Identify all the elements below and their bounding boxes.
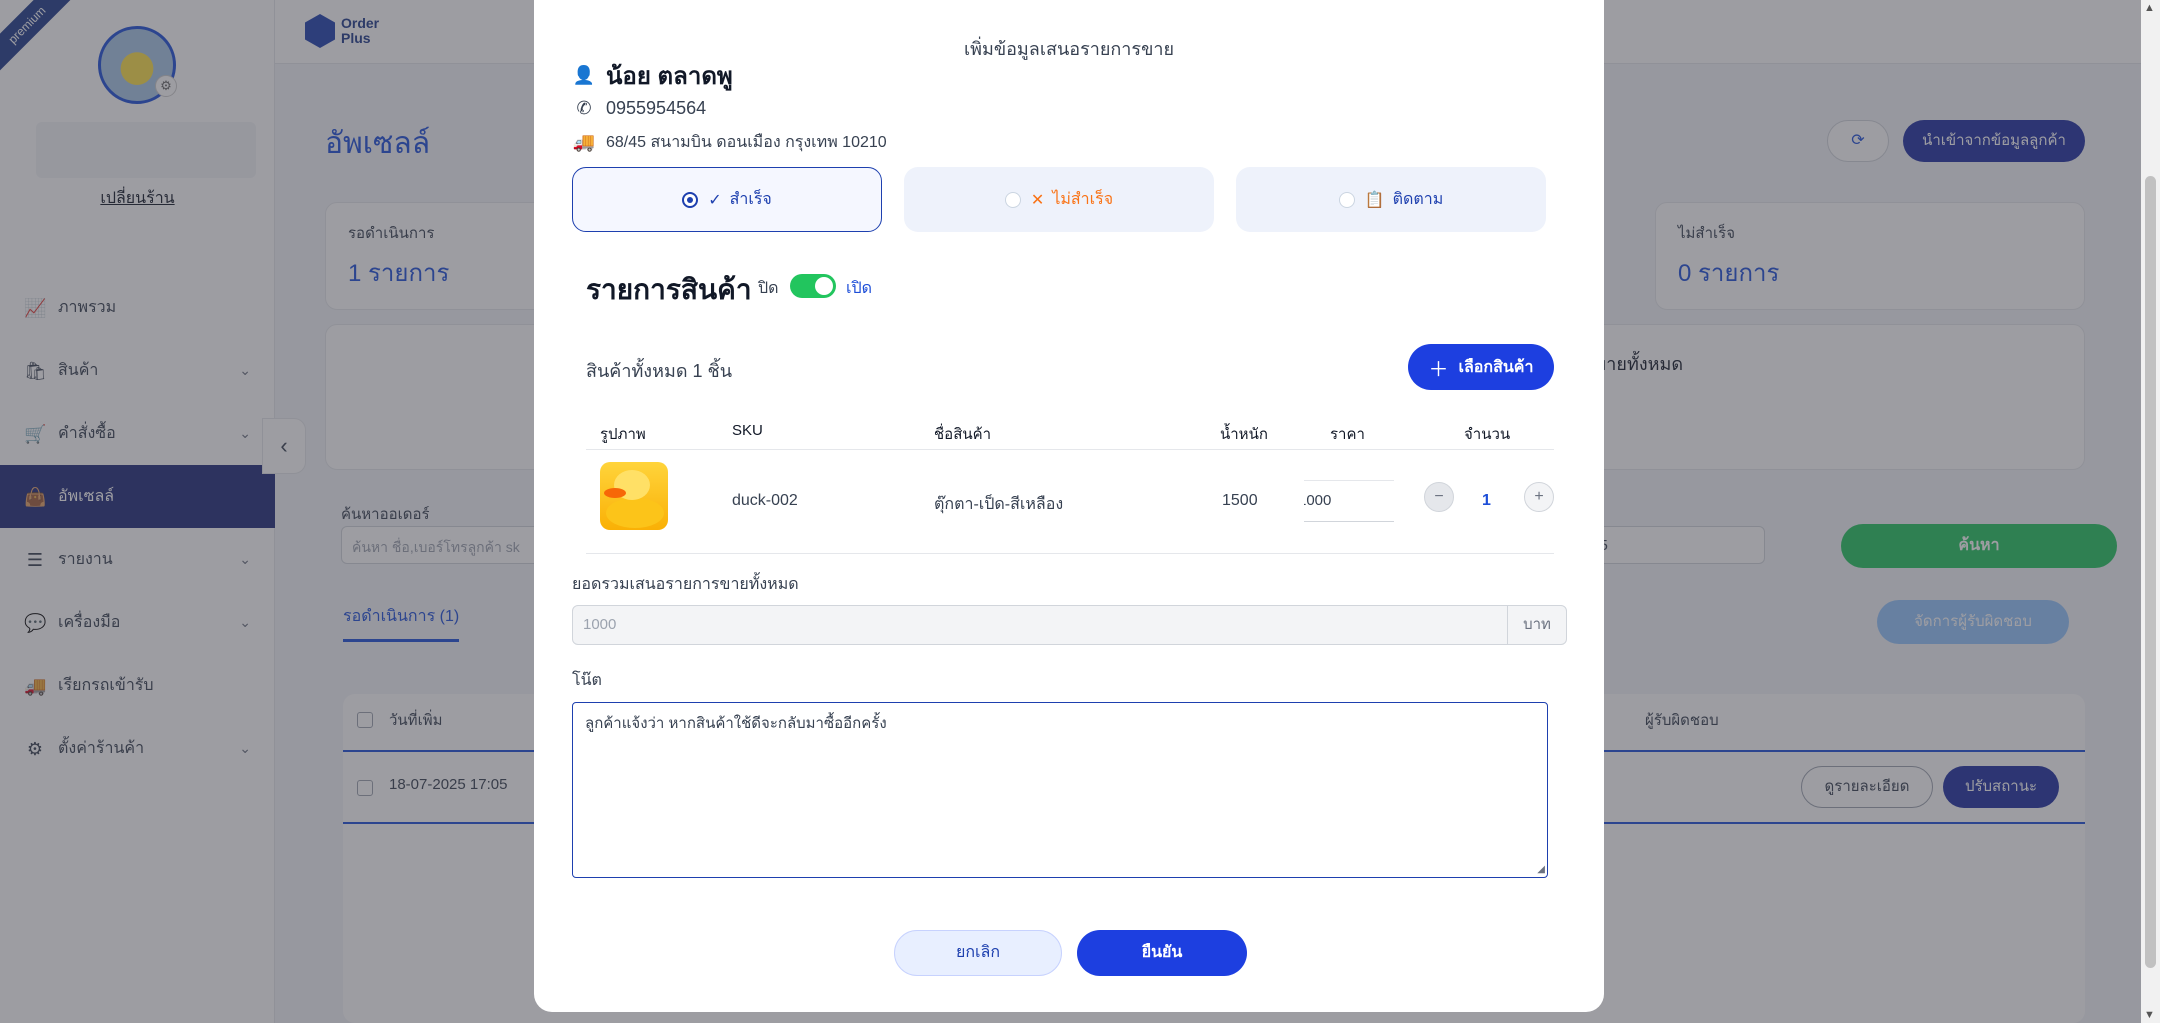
section-title-products: รายการสินค้า	[586, 274, 752, 305]
clipboard-icon: 📋	[1364, 191, 1385, 209]
radio-selected[interactable]	[682, 191, 699, 208]
status-option-success[interactable]: ✓ สำเร็จ	[572, 167, 882, 232]
check-icon: ✓	[708, 191, 722, 209]
product-sku: duck-002	[732, 492, 798, 509]
truck-icon: 🚚	[572, 132, 596, 152]
product-weight: 1500	[1222, 492, 1258, 509]
product-table: รูปภาพ SKU ชื่อสินค้า น้ำหนัก ราคา จำนวน…	[586, 410, 1554, 554]
radio-unselected[interactable]	[1338, 191, 1355, 208]
note-textarea[interactable]: ลูกค้าแจ้งว่า หากสินค้าใช้ดีจะกลับมาซื้อ…	[572, 702, 1548, 878]
toggle-knob	[815, 277, 833, 295]
upsell-modal: เพิ่มข้อมูลเสนอรายการขาย 👤 น้อย ตลาดพู ✆ 0…	[534, 0, 1604, 1012]
total-label: ยอดรวมเสนอรายการขายทั้งหมด	[572, 576, 799, 593]
page-scrollbar[interactable]: ▲ ▼	[2141, 0, 2160, 1023]
x-icon: ✕	[1030, 191, 1045, 209]
products-toggle[interactable]	[790, 274, 836, 298]
price-input[interactable]: 1000	[1304, 480, 1394, 522]
choose-product-button[interactable]: ＋เลือกสินค้า	[1408, 344, 1554, 390]
customer-name: 👤 น้อย ตลาดพู	[572, 63, 733, 90]
status-option-follow-up[interactable]: 📋 ติดตาม	[1236, 167, 1546, 232]
toggle-on-label: เปิด	[846, 280, 873, 297]
customer-phone: ✆ 0955954564	[572, 98, 706, 119]
radio-unselected[interactable]	[1004, 191, 1021, 208]
confirm-button[interactable]: ยืนยัน	[1077, 930, 1247, 976]
resize-grip-icon[interactable]: ◢	[1537, 864, 1545, 875]
scrollbar-thumb[interactable]	[2145, 176, 2156, 968]
customer-address: 🚚 68/45 สนามบิน ดอนเมือง กรุงเทพ 10210	[572, 132, 887, 152]
scroll-down-icon[interactable]: ▼	[2144, 1009, 2155, 1021]
status-option-failed[interactable]: ✕ ไม่สำเร็จ	[904, 167, 1214, 232]
scroll-up-icon[interactable]: ▲	[2144, 2, 2155, 14]
table-row: duck-002 ตุ๊กตา-เป็ด-สีเหลือง 1500 1000 …	[586, 450, 1554, 554]
cancel-button[interactable]: ยกเลิก	[894, 930, 1062, 976]
increase-quantity-button[interactable]: +	[1524, 482, 1554, 512]
quantity-value[interactable]: 1	[1482, 492, 1491, 510]
total-input: 1000	[572, 605, 1508, 645]
table-header: รูปภาพ SKU ชื่อสินค้า น้ำหนัก ราคา จำนวน	[586, 410, 1554, 450]
product-count: สินค้าทั้งหมด 1 ชิ้น	[586, 361, 733, 381]
toggle-off-label: ปิด	[758, 280, 779, 297]
phone-icon: ✆	[576, 98, 592, 118]
product-image	[600, 462, 668, 530]
product-name: ตุ๊กตา-เป็ด-สีเหลือง	[934, 496, 1064, 513]
decrease-quantity-button[interactable]: −	[1424, 482, 1454, 512]
note-label: โน๊ต	[572, 672, 602, 689]
currency-unit: บาท	[1507, 605, 1567, 645]
plus-icon: ＋	[1428, 358, 1449, 381]
user-icon: 👤	[572, 65, 596, 85]
